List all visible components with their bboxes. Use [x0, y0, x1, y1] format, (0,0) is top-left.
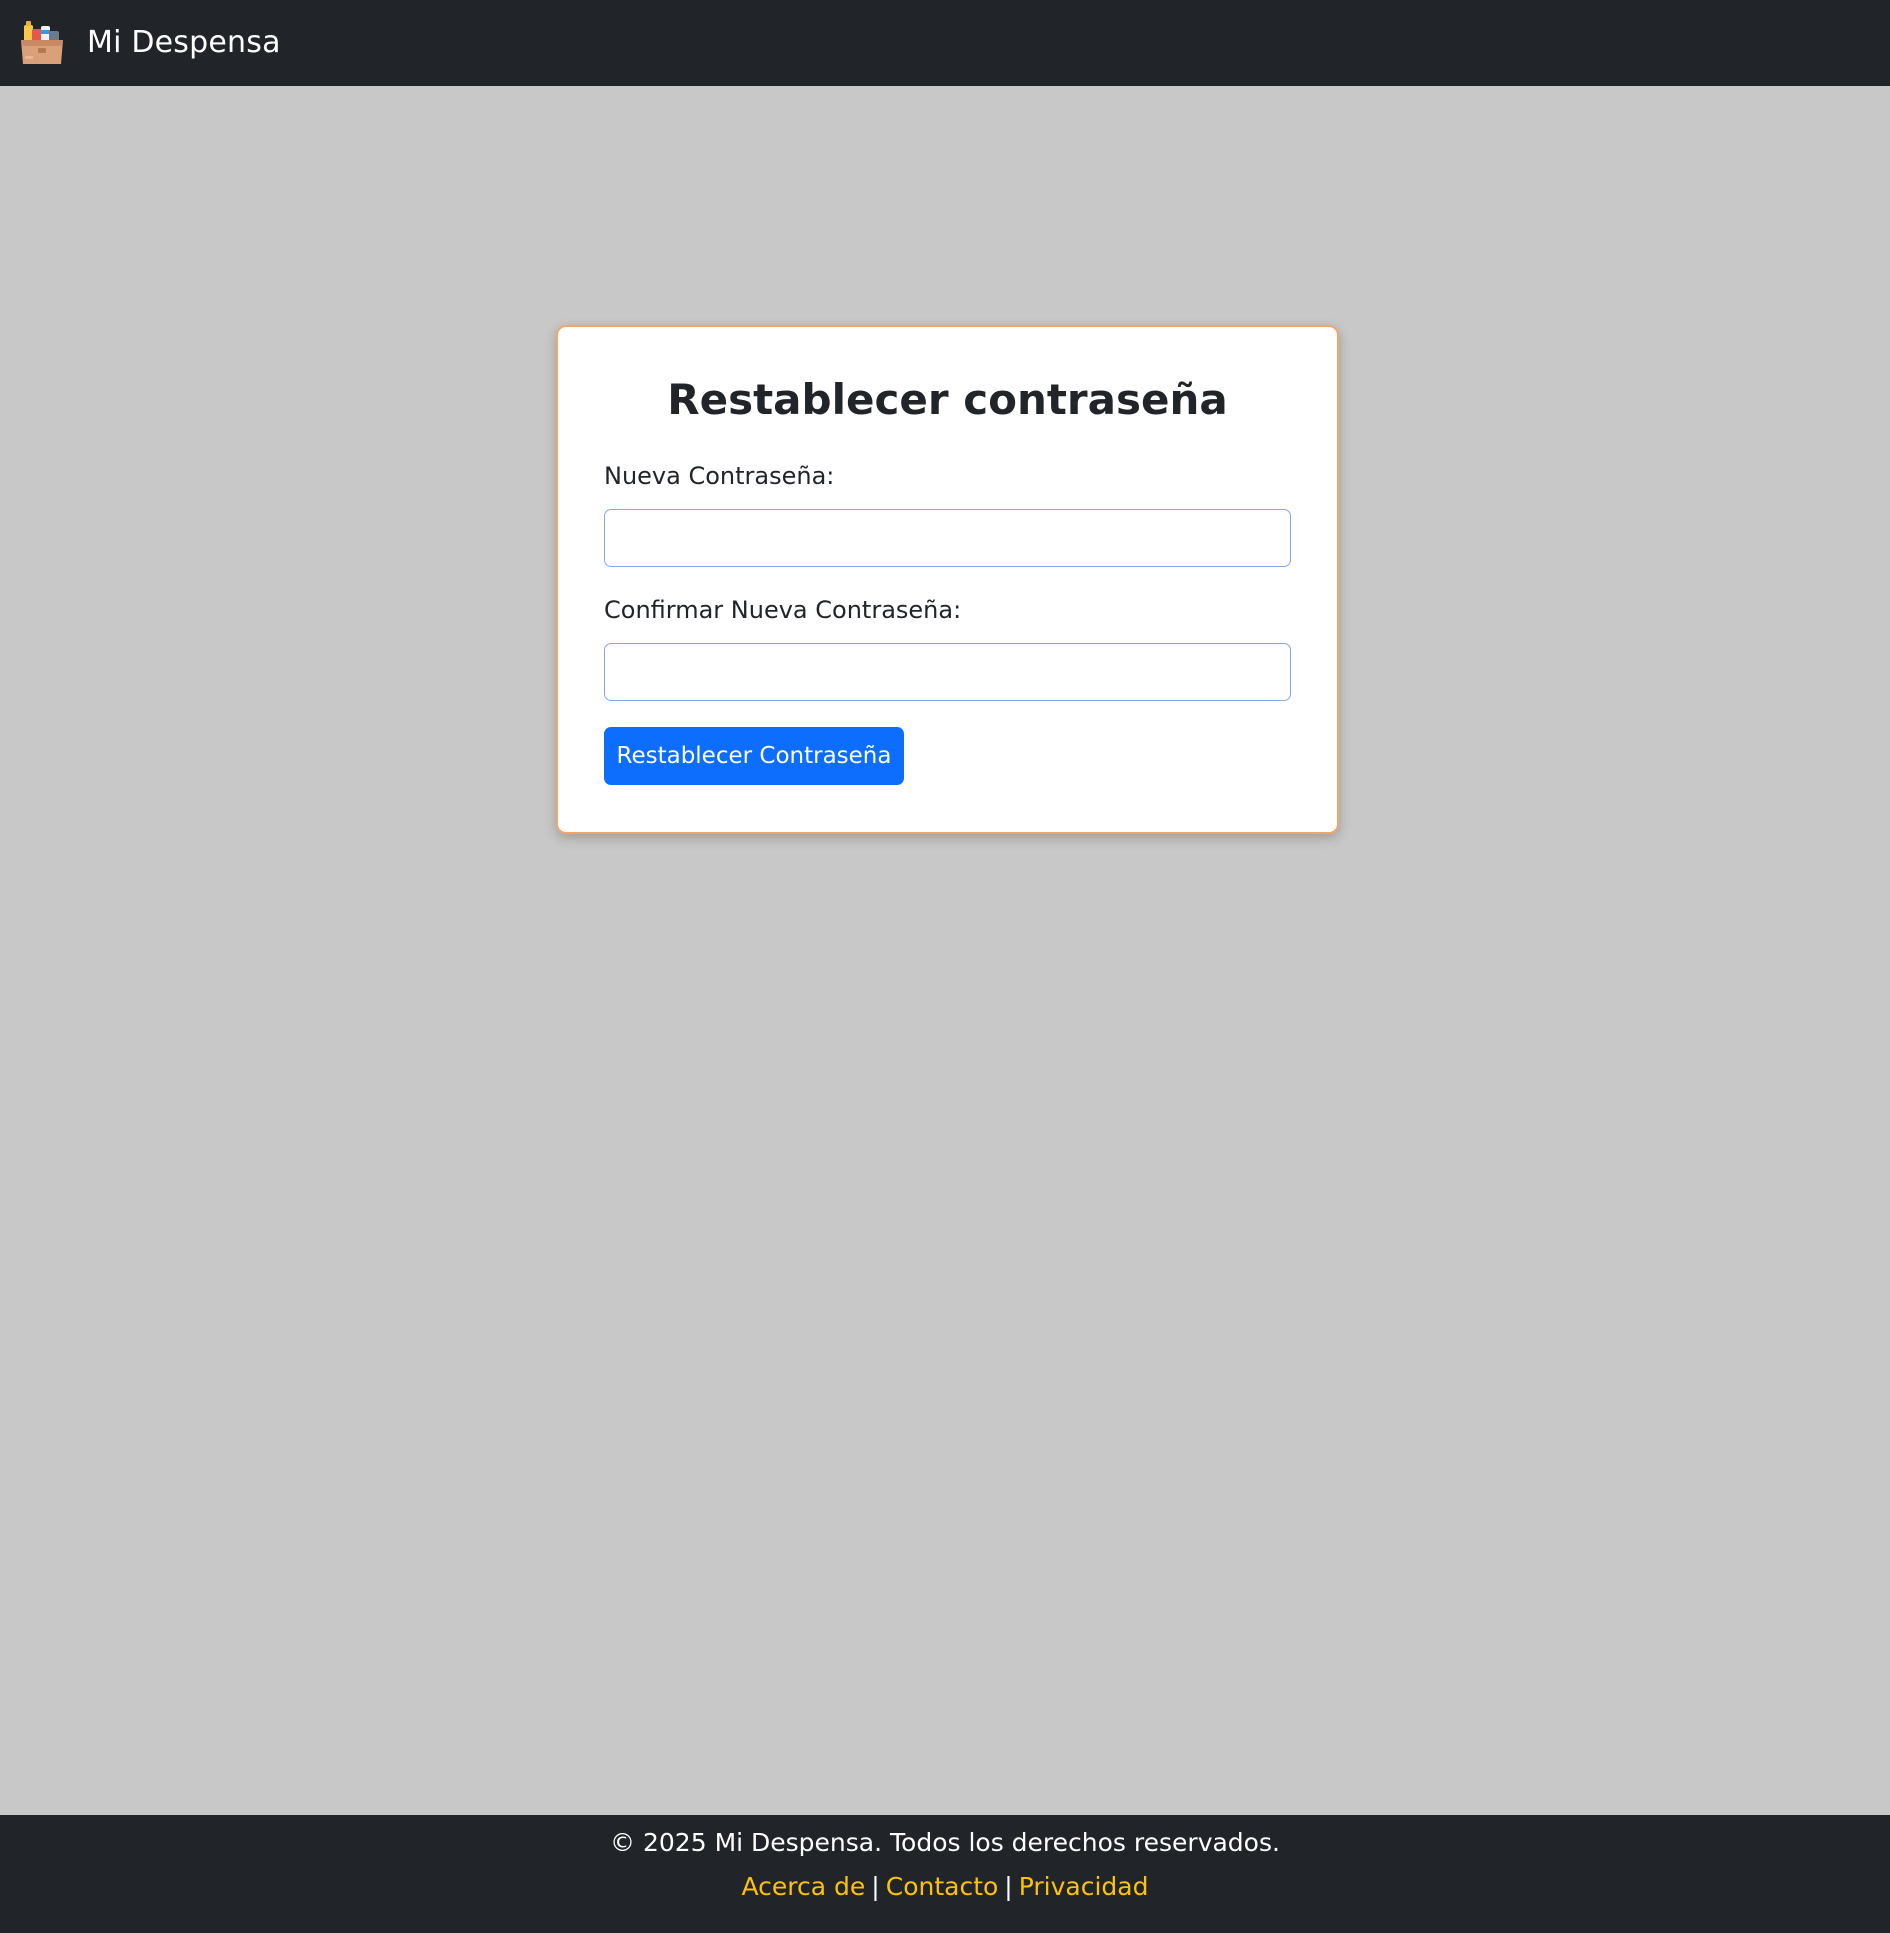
- navbar: Mi Despensa: [0, 0, 1890, 86]
- reset-password-button[interactable]: Restablecer Contraseña: [604, 727, 904, 785]
- new-password-input[interactable]: [604, 509, 1291, 567]
- footer-link-contact[interactable]: Contacto: [886, 1872, 999, 1901]
- copyright-text: © 2025 Mi Despensa. Todos los derechos r…: [610, 1828, 1280, 1857]
- footer-separator: |: [871, 1872, 880, 1901]
- confirm-password-input[interactable]: [604, 643, 1291, 701]
- reset-password-card: Restablecer contraseña Nueva Contraseña:…: [556, 325, 1339, 834]
- pantry-box-icon: [21, 21, 63, 64]
- footer-link-privacy[interactable]: Privacidad: [1019, 1872, 1149, 1901]
- confirm-password-label: Confirmar Nueva Contraseña:: [604, 596, 962, 624]
- footer-separator: |: [1004, 1872, 1013, 1901]
- footer-links: Acerca de | Contacto | Privacidad: [0, 1871, 1890, 1904]
- footer-link-about[interactable]: Acerca de: [742, 1872, 866, 1901]
- brand-link[interactable]: Mi Despensa: [17, 0, 281, 86]
- brand-name: Mi Despensa: [87, 25, 281, 60]
- footer: © 2025 Mi Despensa. Todos los derechos r…: [0, 1815, 1890, 1933]
- page-title: Restablecer contraseña: [667, 375, 1228, 424]
- new-password-label: Nueva Contraseña:: [604, 462, 835, 490]
